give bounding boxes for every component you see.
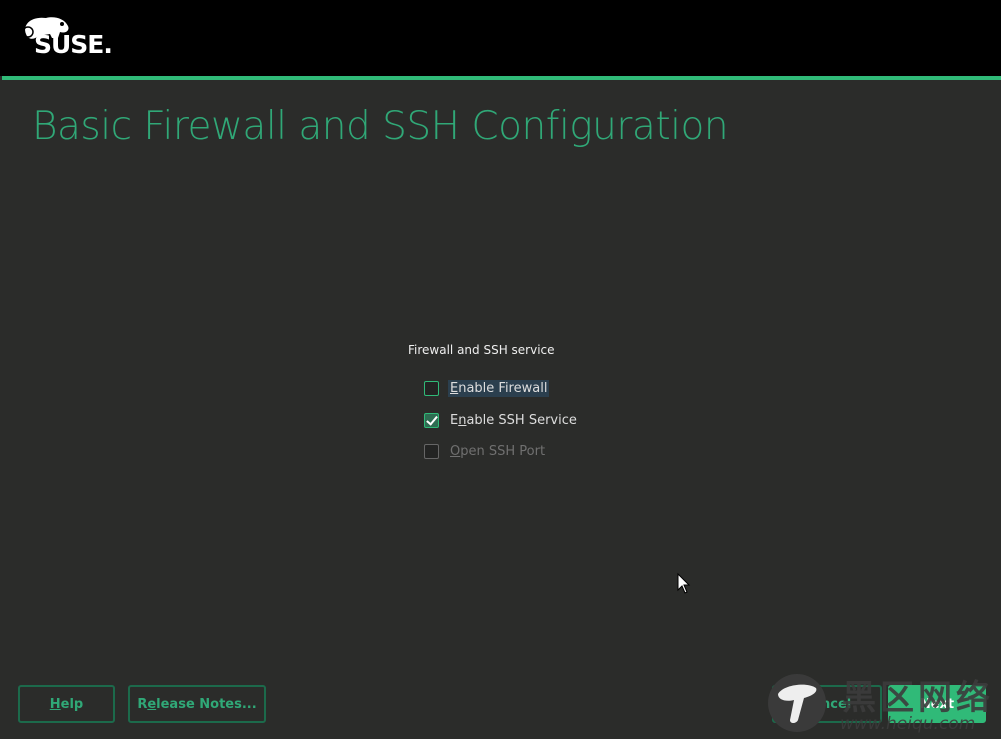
open-ssh-port-label[interactable]: Open SSH Port	[448, 443, 547, 460]
mouse-cursor-icon	[677, 572, 691, 594]
enable-ssh-service-label[interactable]: Enable SSH Service	[448, 412, 579, 429]
cancel-button[interactable]: Cancel	[772, 685, 882, 723]
group-label: Firewall and SSH service	[408, 343, 555, 357]
enable-ssh-service-checkbox[interactable]: Enable SSH Service	[424, 412, 579, 429]
checkmark-icon[interactable]	[424, 413, 439, 428]
open-ssh-port-checkbox[interactable]: Open SSH Port	[424, 443, 547, 460]
header-accent-line	[2, 76, 1001, 80]
header-bar: SUSE.	[0, 0, 1001, 76]
enable-firewall-checkbox[interactable]: Enable Firewall	[424, 380, 550, 397]
release-notes-button[interactable]: Re lease Notes...	[128, 685, 266, 723]
help-button[interactable]: Help	[18, 685, 115, 723]
checkbox-box[interactable]	[424, 444, 439, 459]
next-button[interactable]: Next	[888, 685, 986, 723]
suse-logo-text: SUSE.	[34, 30, 113, 59]
page-title: Basic Firewall and SSH Configuration	[32, 104, 729, 149]
enable-firewall-label[interactable]: Enable Firewall	[448, 380, 550, 397]
checkbox-box[interactable]	[424, 381, 439, 396]
